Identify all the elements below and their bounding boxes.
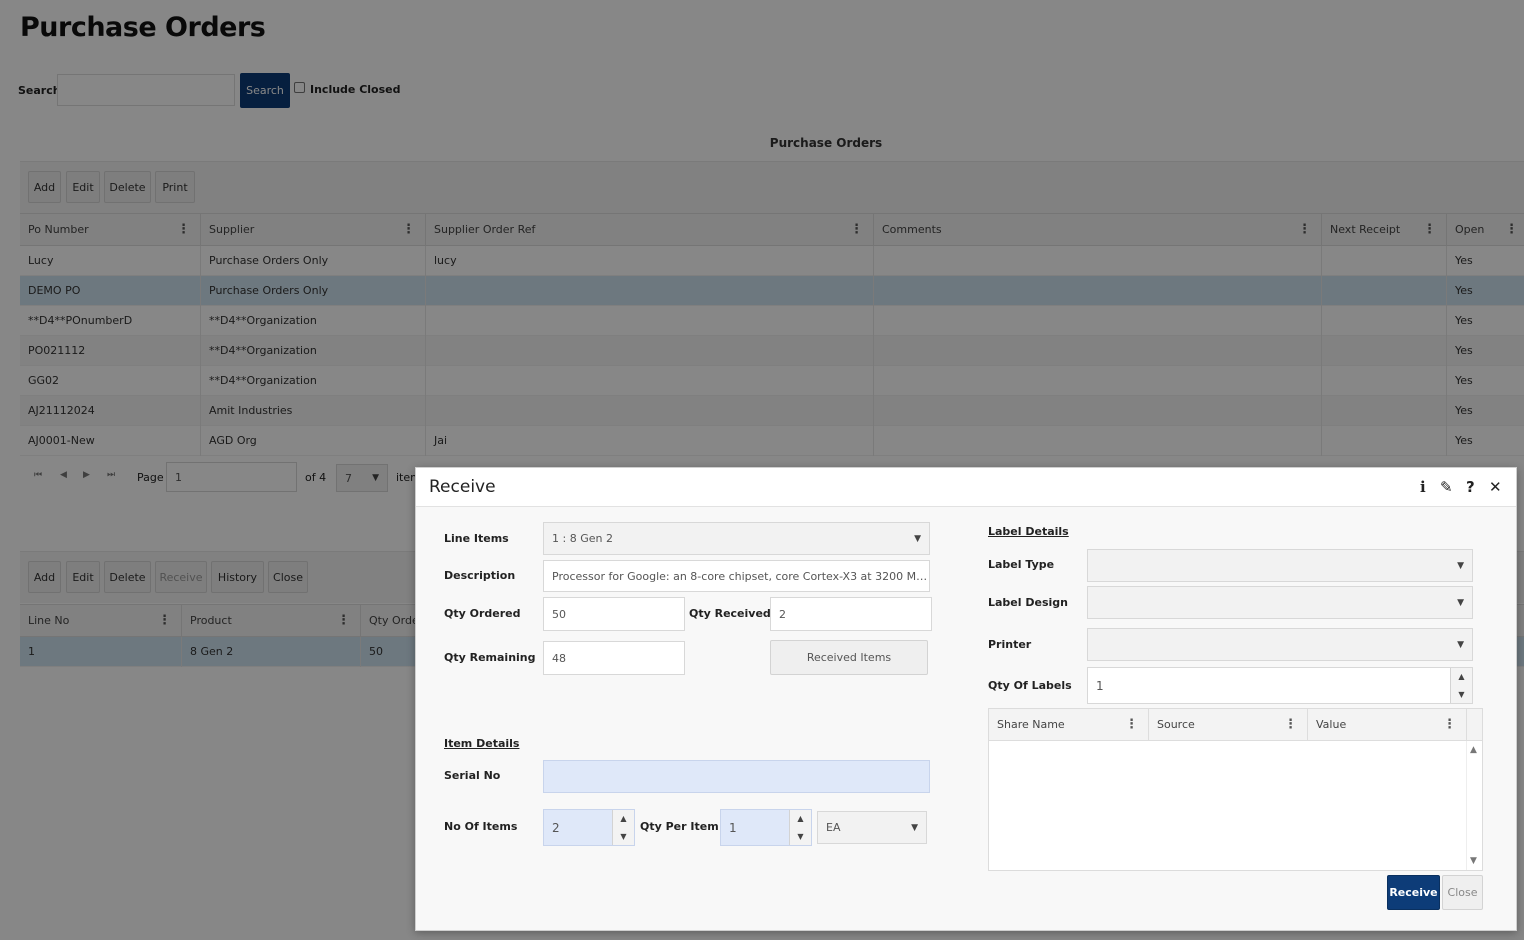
stepper-buttons[interactable]: ▲ ▼ xyxy=(789,810,811,845)
no-of-items-value: 2 xyxy=(552,820,560,835)
scroll-down-icon[interactable]: ▼ xyxy=(1470,856,1477,866)
serial-no-label: Serial No xyxy=(444,769,501,782)
description-value: Processor for Google: an 8-core chipset,… xyxy=(552,569,929,583)
label-type-select[interactable]: ▼ xyxy=(1087,549,1473,582)
pencil-icon[interactable]: ✎ xyxy=(1440,478,1453,496)
receive-dialog: Receive i ✎ ? ✕ Line Items 1 : 8 Gen 2 ▼… xyxy=(415,467,1517,931)
info-icon[interactable]: i xyxy=(1420,478,1426,496)
qty-received-field[interactable]: 2 xyxy=(770,597,932,631)
chevron-down-icon: ▼ xyxy=(1457,560,1464,571)
col-share-name[interactable]: Share Name ⋮ xyxy=(989,709,1149,741)
no-of-items-label: No Of Items xyxy=(444,820,518,833)
qty-per-item-label: Qty Per Item xyxy=(640,820,719,833)
scroll-up-icon[interactable]: ▲ xyxy=(1470,745,1477,755)
printer-label: Printer xyxy=(988,638,1032,651)
label-design-select[interactable]: ▼ xyxy=(1087,586,1473,619)
qty-of-labels-stepper[interactable]: 1 ▲ ▼ xyxy=(1087,667,1473,704)
label-design-label: Label Design xyxy=(988,596,1068,609)
qty-remaining-field[interactable]: 48 xyxy=(543,641,685,675)
printer-select[interactable]: ▼ xyxy=(1087,628,1473,661)
qty-ordered-label: Qty Ordered xyxy=(444,607,521,620)
qty-remaining-label: Qty Remaining xyxy=(444,651,536,664)
description-label: Description xyxy=(444,569,516,582)
close-icon[interactable]: ✕ xyxy=(1489,478,1502,496)
received-items-button[interactable]: Received Items xyxy=(770,640,928,675)
chevron-down-icon: ▼ xyxy=(911,822,918,833)
label-details-heading: Label Details xyxy=(988,525,1069,538)
share-grid: Share Name ⋮ Source ⋮ Value ⋮ ▲ ▼ xyxy=(988,708,1483,871)
qty-of-labels-label: Qty Of Labels xyxy=(988,679,1072,692)
dialog-title: Receive xyxy=(429,477,496,497)
stepper-buttons[interactable]: ▲ ▼ xyxy=(612,810,634,845)
arrow-down-icon[interactable]: ▼ xyxy=(1458,690,1464,699)
no-of-items-stepper[interactable]: 2 ▲ ▼ xyxy=(543,809,635,846)
arrow-up-icon[interactable]: ▲ xyxy=(1458,672,1464,681)
receive-button[interactable]: Receive xyxy=(1387,875,1440,910)
col-label: Source xyxy=(1157,718,1195,731)
uom-value: EA xyxy=(826,821,841,834)
share-grid-header: Share Name ⋮ Source ⋮ Value ⋮ xyxy=(989,709,1482,741)
col-label: Share Name xyxy=(997,718,1065,731)
qty-per-item-stepper[interactable]: 1 ▲ ▼ xyxy=(720,809,812,846)
line-items-value: 1 : 8 Gen 2 xyxy=(552,532,613,545)
uom-select[interactable]: EA ▼ xyxy=(817,811,927,844)
arrow-up-icon[interactable]: ▲ xyxy=(797,814,803,823)
share-grid-scrollbar[interactable]: ▲ ▼ xyxy=(1466,741,1482,870)
dialog-header: Receive i ✎ ? ✕ xyxy=(416,468,1516,507)
col-label: Value xyxy=(1316,718,1347,731)
qty-received-label: Qty Received xyxy=(689,607,771,620)
stepper-buttons[interactable]: ▲ ▼ xyxy=(1450,668,1472,703)
chevron-down-icon: ▼ xyxy=(1457,639,1464,650)
chevron-down-icon: ▼ xyxy=(914,533,921,544)
column-menu-icon[interactable]: ⋮ xyxy=(1125,709,1138,741)
line-items-select[interactable]: 1 : 8 Gen 2 ▼ xyxy=(543,522,930,555)
col-value[interactable]: Value ⋮ xyxy=(1308,709,1467,741)
arrow-down-icon[interactable]: ▼ xyxy=(620,832,626,841)
column-menu-icon[interactable]: ⋮ xyxy=(1443,709,1456,741)
help-icon[interactable]: ? xyxy=(1466,478,1475,496)
column-menu-icon[interactable]: ⋮ xyxy=(1284,709,1297,741)
description-field[interactable]: Processor for Google: an 8-core chipset,… xyxy=(543,560,930,592)
chevron-down-icon: ▼ xyxy=(1457,597,1464,608)
close-button[interactable]: Close xyxy=(1442,875,1483,910)
line-items-label: Line Items xyxy=(444,532,509,545)
label-type-label: Label Type xyxy=(988,558,1055,571)
arrow-up-icon[interactable]: ▲ xyxy=(620,814,626,823)
arrow-down-icon[interactable]: ▼ xyxy=(797,832,803,841)
item-details-heading: Item Details xyxy=(444,737,520,750)
serial-no-input[interactable] xyxy=(543,760,930,793)
qty-per-item-value: 1 xyxy=(729,820,737,835)
qty-ordered-field[interactable]: 50 xyxy=(543,597,685,631)
col-source[interactable]: Source ⋮ xyxy=(1149,709,1308,741)
qty-of-labels-value: 1 xyxy=(1096,678,1104,693)
